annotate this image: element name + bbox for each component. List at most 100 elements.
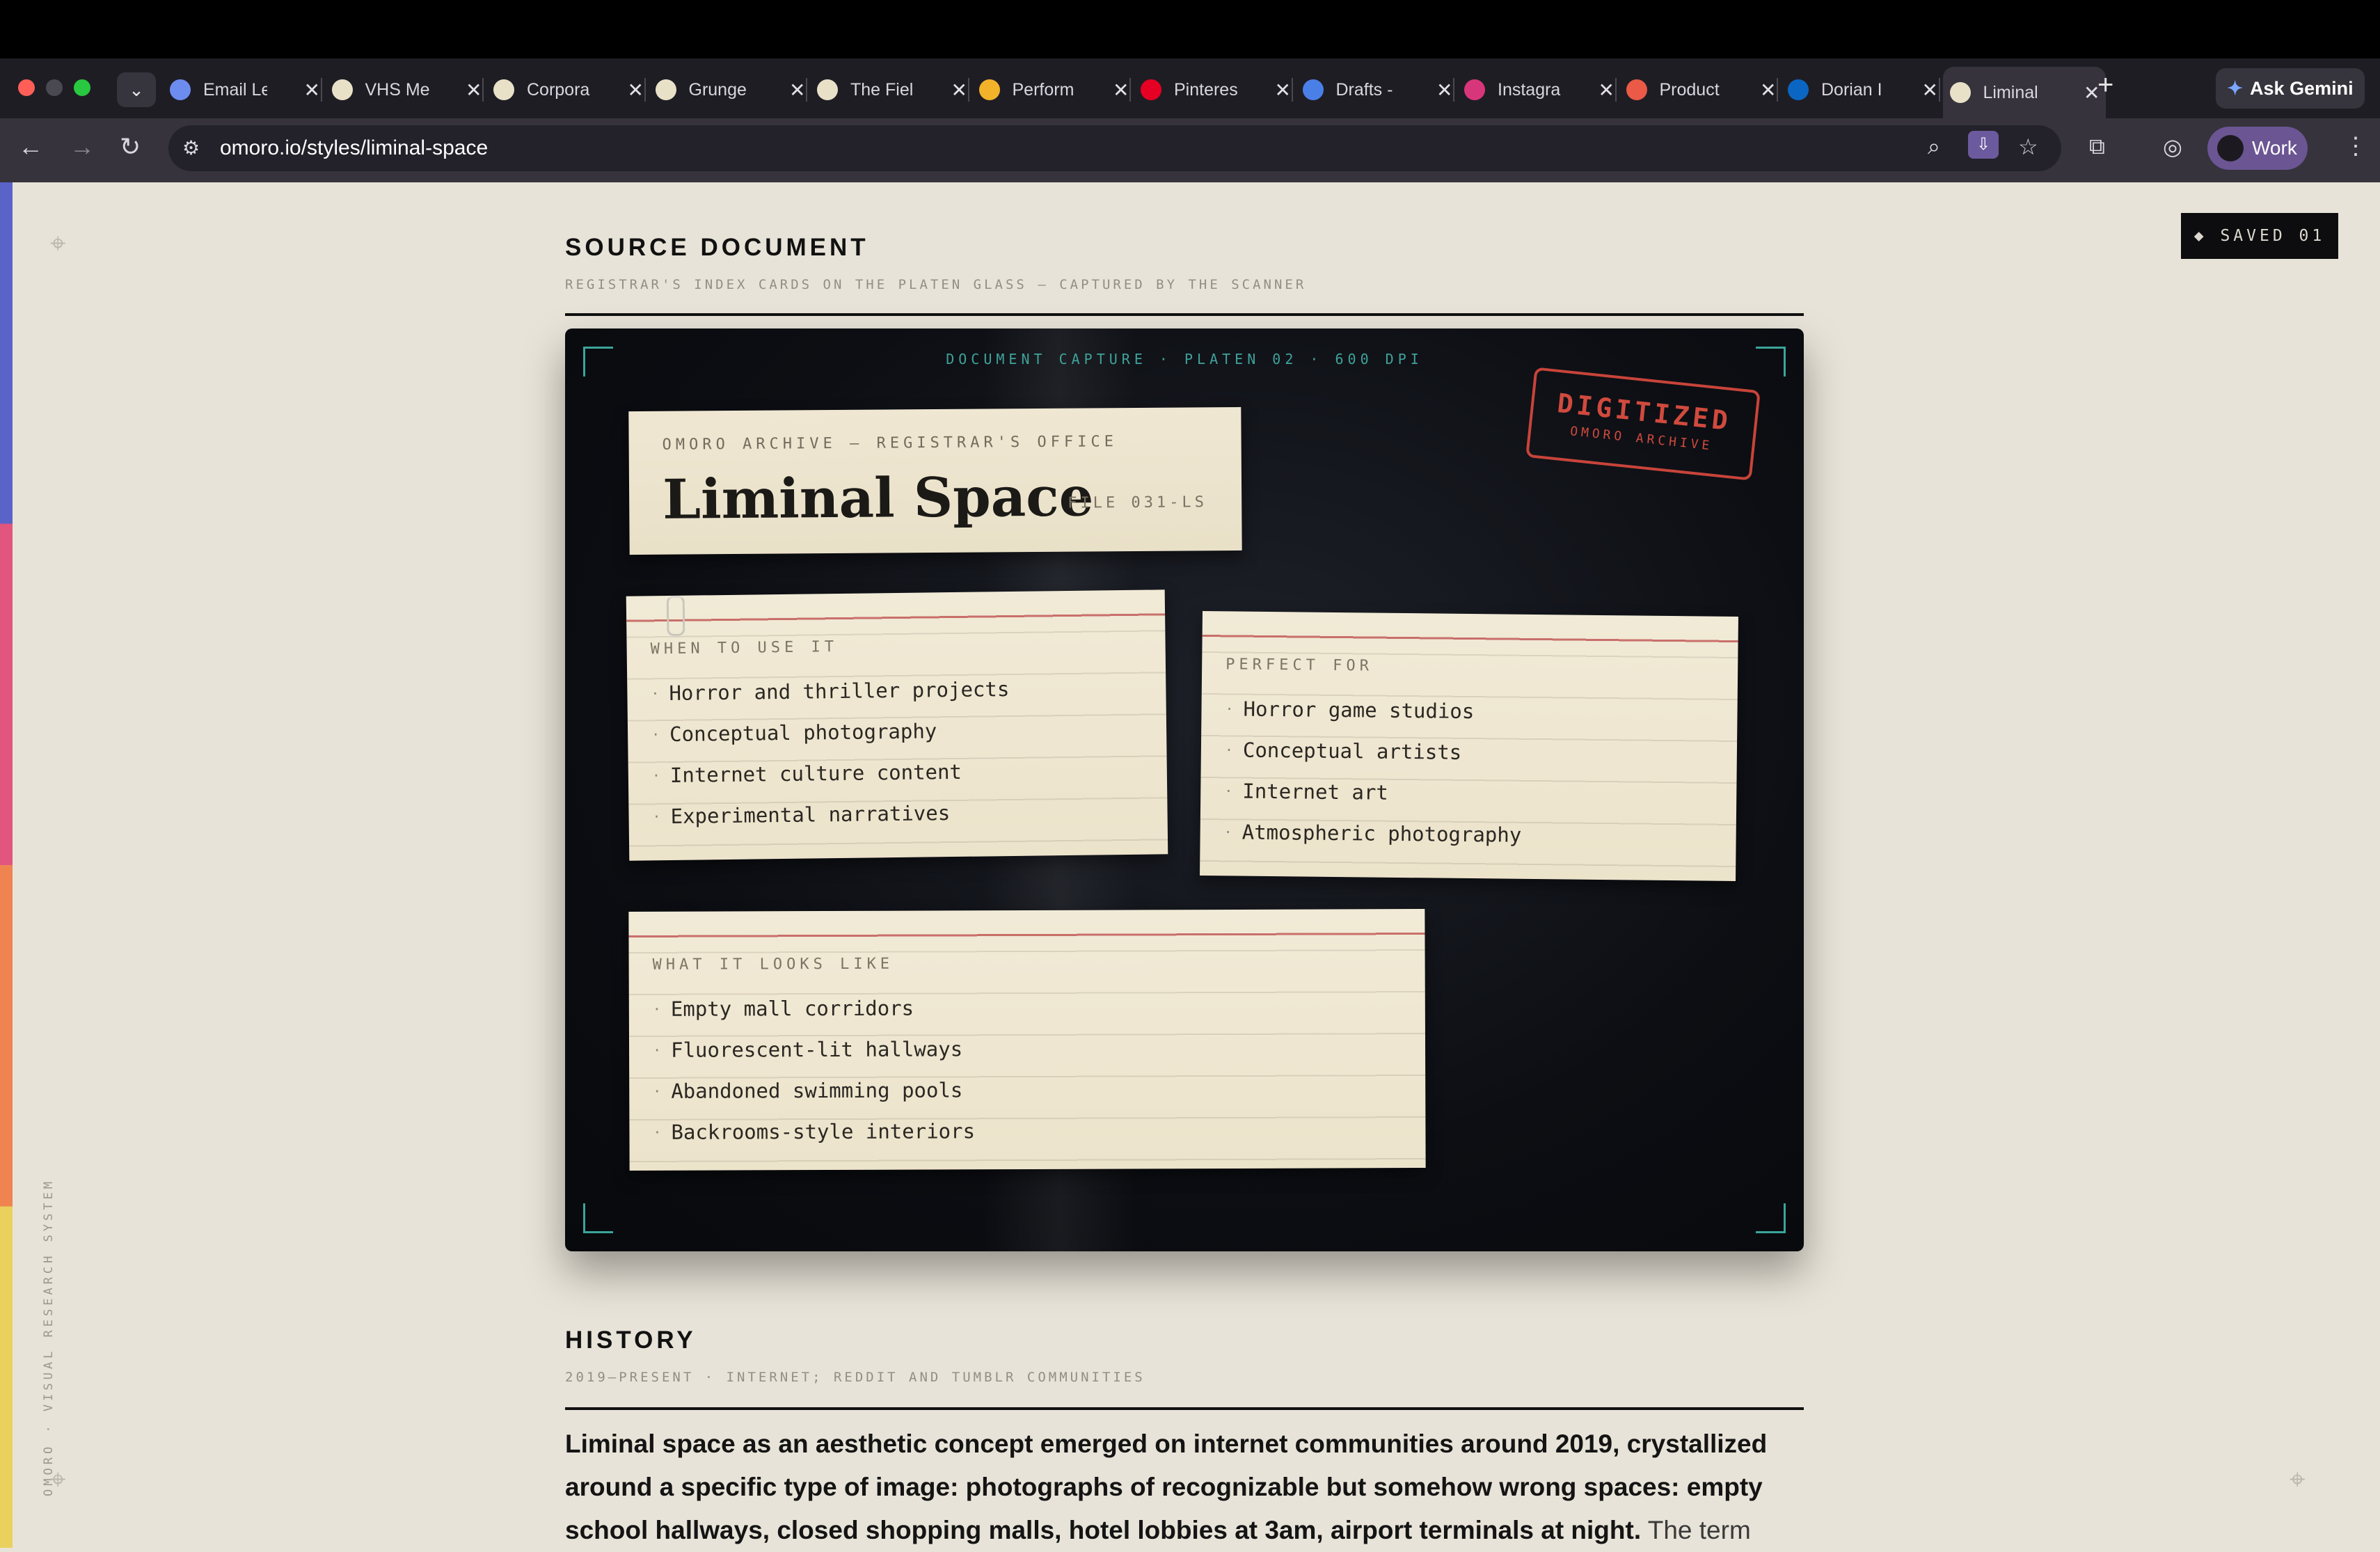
tab-close-icon[interactable]: ✕: [1436, 79, 1452, 102]
bookmark-star-icon[interactable]: ☆: [2018, 134, 2038, 160]
browser-tab[interactable]: Pinteres ✕: [1134, 68, 1296, 111]
registration-mark-icon: ⌖: [50, 1464, 66, 1495]
install-app-icon[interactable]: ⇩: [1968, 131, 1999, 159]
tab-label: Liminal: [1983, 82, 2038, 102]
browser-tab[interactable]: Corpora ✕: [486, 68, 649, 111]
tab-close-icon[interactable]: ✕: [1922, 79, 1938, 102]
tab-separator: [1615, 78, 1617, 102]
tab-separator: [1938, 78, 1940, 102]
list-item-text: Backrooms-style interiors: [671, 1118, 976, 1144]
tab-favicon-icon: [1626, 79, 1647, 100]
browser-tab[interactable]: Drafts - ✕: [1296, 68, 1459, 111]
back-arrow-icon[interactable]: ←: [18, 132, 43, 161]
maximize-window-button[interactable]: [74, 79, 90, 96]
title-card-kicker: OMORO ARCHIVE — REGISTRAR'S OFFICE: [662, 433, 1118, 454]
tab-separator: [1453, 78, 1454, 102]
browser-tab[interactable]: Instagra ✕: [1457, 68, 1620, 111]
digitized-stamp: DIGITIZED OMORO ARCHIVE: [1525, 367, 1761, 481]
tab-close-icon[interactable]: ✕: [1598, 79, 1615, 102]
browser-tab[interactable]: VHS Me ✕: [325, 68, 488, 111]
tab-close-icon[interactable]: ✕: [304, 79, 320, 102]
tab-label: Pinteres: [1174, 79, 1238, 100]
profile-button[interactable]: Work: [2207, 127, 2308, 170]
frame-corner: [583, 1203, 613, 1233]
list-item-text: Fluorescent-lit hallways: [671, 1036, 963, 1062]
scanner-panel: DOCUMENT CAPTURE · PLATEN 02 · 600 DPI D…: [565, 328, 1804, 1251]
zoom-icon[interactable]: ⌕: [1928, 134, 1940, 160]
section-title: HISTORY: [565, 1327, 697, 1354]
tab-close-icon[interactable]: ✕: [1760, 79, 1776, 102]
browser-tab[interactable]: Perform ✕: [972, 68, 1135, 111]
tab-favicon-icon: [1302, 79, 1324, 100]
card-heading: WHEN TO USE IT: [650, 638, 839, 658]
section-title: SOURCE DOCUMENT: [565, 234, 869, 261]
list-item-text: Empty mall corridors: [670, 996, 914, 1021]
tab-close-icon[interactable]: ✕: [628, 79, 644, 102]
more-menu-icon[interactable]: ⋮: [2344, 132, 2367, 160]
list-item-text: Internet art: [1242, 779, 1389, 805]
list-item-text: Experimental narratives: [670, 800, 951, 828]
when-to-use-card: WHEN TO USE IT · Horror and thriller proj…: [626, 589, 1168, 861]
bullet-icon: ·: [653, 1123, 662, 1141]
ask-gemini-label: Ask Gemini: [2250, 77, 2354, 99]
tab-label: VHS Me: [365, 79, 429, 100]
extensions-icon[interactable]: ⧉: [2089, 134, 2105, 160]
reload-icon[interactable]: ↻: [120, 132, 141, 161]
avatar: [2217, 135, 2244, 161]
tab-label: Dorian I: [1821, 79, 1882, 100]
saved-badge[interactable]: ◆ SAVED 01: [2181, 213, 2338, 259]
tab-close-icon[interactable]: ✕: [1275, 79, 1291, 102]
tab-favicon-icon: [817, 79, 838, 100]
card-heading: PERFECT FOR: [1225, 656, 1374, 675]
bullet-icon: ·: [651, 766, 661, 784]
section-divider: [565, 1407, 1804, 1410]
tab-label: Product: [1659, 79, 1720, 100]
tab-close-icon[interactable]: ✕: [466, 79, 482, 102]
card-list: · Horror and thriller projects · Conceptual…: [651, 668, 1011, 837]
close-window-button[interactable]: [18, 79, 35, 96]
tab-close-icon[interactable]: ✕: [1113, 79, 1129, 102]
browser-tab[interactable]: Liminal ✕: [1942, 67, 2106, 118]
browser-tab[interactable]: Grunge ✕: [649, 68, 811, 111]
list-item-text: Conceptual artists: [1242, 738, 1462, 764]
performance-icon[interactable]: ◎: [2163, 134, 2182, 160]
tab-label: Email Le: [203, 79, 267, 100]
browser-tab[interactable]: Product ✕: [1619, 68, 1782, 111]
tab-close-icon[interactable]: ✕: [789, 79, 805, 102]
bullet-icon: ·: [652, 1000, 661, 1017]
list-item: · Atmospheric photography: [1223, 811, 1522, 855]
ask-gemini-button[interactable]: ✦ Ask Gemini: [2216, 68, 2365, 109]
tab-favicon-icon: [655, 79, 676, 100]
tab-search-button[interactable]: ⌄: [117, 72, 156, 107]
site-settings-icon[interactable]: ⚙: [182, 136, 200, 159]
browser-tab[interactable]: Dorian I ✕: [1781, 68, 1944, 111]
paperclip-icon: [666, 595, 685, 637]
history-paragraph: Liminal space as an aesthetic concept em…: [565, 1423, 1818, 1552]
bullet-icon: ·: [651, 684, 660, 702]
registration-mark-icon: ⌖: [50, 228, 66, 259]
tab-favicon-icon: [1949, 82, 1971, 103]
new-tab-button[interactable]: +: [2097, 70, 2113, 101]
list-item: · Conceptual photography: [651, 709, 1010, 754]
tab-label: Corpora: [527, 79, 590, 100]
url-text[interactable]: omoro.io/styles/liminal-space: [220, 136, 488, 160]
list-item: · Fluorescent-lit hallways: [653, 1028, 975, 1070]
bullet-icon: ·: [1224, 741, 1234, 758]
tab-label: Instagra: [1498, 79, 1561, 100]
list-item: · Empty mall corridors: [653, 987, 975, 1029]
gemini-sparkle-icon: ✦: [2227, 77, 2244, 99]
list-item: · Conceptual artists: [1225, 729, 1523, 773]
list-item: · Horror game studios: [1225, 688, 1523, 731]
bullet-icon: ·: [1223, 823, 1232, 840]
minimize-window-button[interactable]: [46, 79, 63, 96]
list-item-text: Abandoned swimming pools: [671, 1077, 963, 1103]
tab-separator: [482, 78, 484, 102]
tab-separator: [806, 78, 807, 102]
forward-arrow-icon[interactable]: →: [70, 132, 95, 161]
tab-separator: [967, 78, 969, 102]
tab-close-icon[interactable]: ✕: [951, 79, 967, 102]
browser-tab[interactable]: Email Le ✕: [163, 68, 326, 111]
tab-label: Perform: [1012, 79, 1074, 100]
browser-tab[interactable]: The Fiel ✕: [810, 68, 973, 111]
list-item-text: Horror and thriller projects: [669, 676, 1010, 705]
